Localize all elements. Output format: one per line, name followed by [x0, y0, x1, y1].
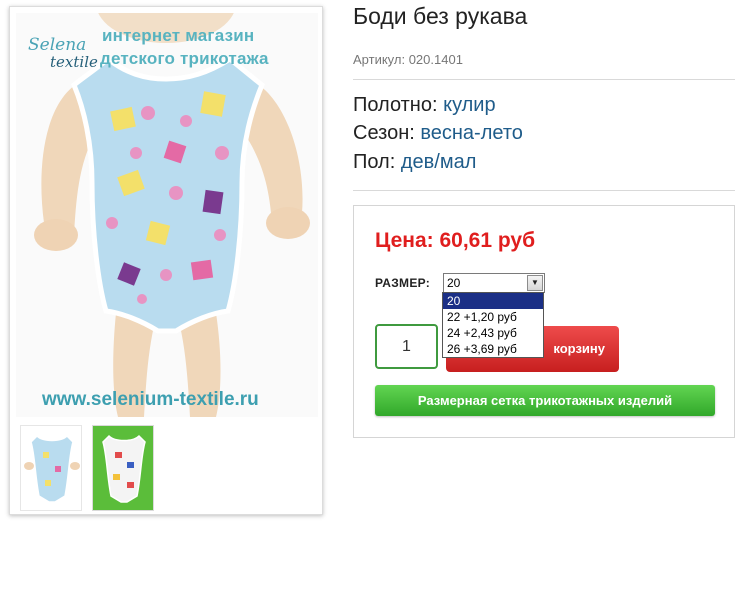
price-label: Цена: — [375, 229, 434, 252]
size-option[interactable]: 22 +1,20 руб — [443, 309, 543, 325]
thumbnail-1-image — [24, 434, 80, 503]
attribute-gender: Пол: дев/мал — [353, 151, 476, 174]
dropdown-arrow-icon[interactable]: ▼ — [527, 275, 543, 291]
sku-line: Артикул: 020.1401 — [353, 52, 463, 67]
product-gallery: Selena textile интернет магазин детского… — [9, 6, 323, 515]
size-option[interactable]: 20 — [443, 293, 543, 309]
attribute-value: кулир — [443, 94, 496, 116]
sku-value: 020.1401 — [408, 52, 463, 67]
thumbnail-1[interactable] — [20, 425, 82, 511]
watermark-line-2: детского трикотажа — [100, 49, 269, 68]
attribute-fabric: Полотно: кулир — [353, 94, 496, 117]
size-grid-button[interactable]: Размерная сетка трикотажных изделий — [375, 385, 715, 416]
buy-box: Цена: 60,61 руб РАЗМЕР: 20 ▼ 1 корзину Р… — [353, 205, 735, 438]
price-value: 60,61 руб — [439, 229, 536, 252]
price: Цена: 60,61 руб — [375, 229, 535, 253]
size-label: РАЗМЕР: — [375, 276, 431, 290]
thumbnail-2-image — [102, 434, 146, 503]
attribute-value: дев/мал — [400, 151, 477, 173]
product-title: Боди без рукава — [353, 3, 528, 29]
divider-top — [353, 79, 735, 80]
attribute-value: весна-лето — [420, 122, 523, 144]
size-select[interactable]: 20 ▼ — [443, 273, 545, 293]
size-option[interactable]: 26 +3,69 руб — [443, 341, 543, 357]
brand-logo-top: Selena — [28, 35, 87, 55]
divider-bottom — [353, 190, 735, 191]
sku-label: Артикул: — [353, 52, 406, 67]
main-product-photo[interactable]: Selena textile интернет магазин детского… — [16, 13, 318, 417]
site-url-watermark: www.selenium-textile.ru — [42, 389, 259, 410]
attribute-label: Полотно: — [353, 94, 438, 116]
attribute-season: Сезон: весна-лето — [353, 122, 523, 145]
bodysuit-illustration — [34, 13, 310, 417]
attribute-label: Сезон: — [353, 122, 415, 144]
watermark-line-1: интернет магазин — [102, 26, 255, 45]
size-option[interactable]: 24 +2,43 руб — [443, 325, 543, 341]
thumbnail-2[interactable] — [92, 425, 154, 511]
quantity-input[interactable]: 1 — [375, 324, 438, 369]
size-selected-value: 20 — [447, 276, 461, 290]
brand-logo-bottom: textile — [50, 53, 98, 71]
attribute-label: Пол: — [353, 151, 396, 173]
size-dropdown-list: 20 22 +1,20 руб 24 +2,43 руб 26 +3,69 ру… — [442, 292, 544, 358]
